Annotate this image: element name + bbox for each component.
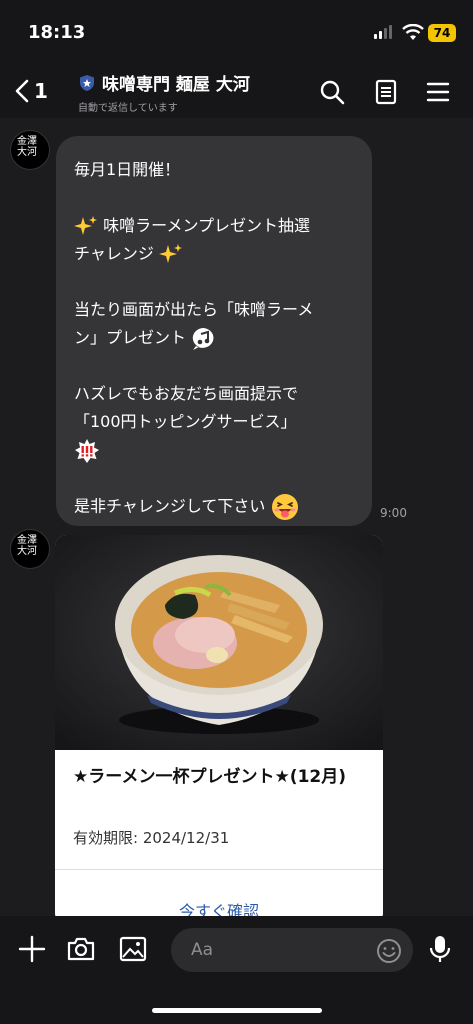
check-now-link[interactable]: 今すぐ確認 [55, 898, 383, 916]
avatar[interactable]: 金澤 大河 [10, 130, 50, 170]
notes-icon[interactable] [372, 78, 400, 106]
chat-header: 1 味噌専門 麺屋 大河 自動で返信しています [0, 64, 473, 118]
message-line-text: チャレンジ [74, 244, 154, 263]
chat-title: 味噌専門 麺屋 大河 [102, 75, 250, 95]
message-line [74, 436, 354, 464]
divider [55, 869, 383, 870]
status-bar: 18:13 74 [0, 0, 473, 64]
home-indicator [152, 1008, 322, 1013]
back-button[interactable]: 1 [14, 78, 54, 104]
message-line: 味噌ラーメンプレゼント抽選 [74, 212, 354, 240]
battery-indicator: 74 [428, 24, 456, 42]
message-bubble[interactable]: 毎月1日開催！ 味噌ラーメンプレゼント抽選 チャレンジ 当たり画面が出たら「味噌… [56, 136, 372, 526]
message-line: 是非チャレンジして下さい [74, 492, 354, 522]
ramen-image[interactable] [55, 535, 383, 750]
message-line-text: 是非チャレンジして下さい [74, 496, 266, 516]
ramen-bowl-illustration [55, 535, 383, 750]
menu-icon[interactable] [424, 78, 452, 106]
message-line: 「100円トッピングサービス」 [74, 412, 297, 431]
wifi-icon [402, 24, 424, 40]
message-line-text: 味噌ラーメンプレゼント抽選 [103, 216, 310, 235]
message-line: 当たり画面が出たら「味噌ラーメ [74, 300, 314, 319]
message-input-placeholder: Aa [191, 940, 214, 960]
status-time: 18:13 [28, 22, 86, 43]
message-line-text: ン」プレゼント [74, 328, 187, 347]
camera-icon[interactable] [66, 934, 96, 964]
exclamation-burst-icon [75, 438, 99, 463]
chevron-left-icon [15, 79, 29, 103]
coupon-title: ★ラーメン一杯プレゼント★(12月) [73, 767, 346, 787]
chat-subtitle: 自動で返信しています [78, 103, 178, 114]
chat-title-area[interactable]: 味噌専門 麺屋 大河 自動で返信しています [78, 70, 308, 114]
sparkles-icon [74, 215, 97, 235]
tongue-wink-emoji-icon [272, 494, 299, 520]
search-icon[interactable] [318, 78, 346, 106]
sparkles-icon [158, 243, 182, 263]
image-icon[interactable] [118, 934, 148, 964]
coupon-card[interactable]: ★ラーメン一杯プレゼント★(12月) 有効期限: 2024/12/31 今すぐ確… [55, 535, 383, 916]
microphone-icon[interactable] [425, 934, 455, 964]
unread-count: 1 [34, 79, 48, 103]
signal-icon [374, 25, 392, 39]
message-line: 毎月1日開催！ [74, 160, 181, 179]
avatar-logo: 金澤 大河 [17, 535, 37, 557]
chat-area[interactable]: 金澤 大河 毎月1日開催！ 味噌ラーメンプレゼント抽選 チャレンジ 当たり画面が… [0, 118, 473, 916]
avatar[interactable]: 金澤 大河 [10, 529, 50, 569]
message-line: チャレンジ [74, 240, 354, 268]
plus-icon[interactable] [17, 934, 47, 964]
message-line: ハズレでもお友だち画面提示で [74, 384, 299, 403]
avatar-logo: 金澤 大河 [17, 136, 37, 158]
message-line: ン」プレゼント [74, 324, 354, 352]
emoji-icon[interactable] [376, 938, 402, 964]
message-input[interactable]: Aa [171, 928, 413, 972]
music-note-icon [192, 327, 214, 350]
input-bar: Aa [0, 916, 473, 1024]
message-timestamp: 9:00 [380, 506, 407, 520]
coupon-expiry: 有効期限: 2024/12/31 [73, 829, 230, 847]
verified-shield-icon [80, 74, 94, 91]
